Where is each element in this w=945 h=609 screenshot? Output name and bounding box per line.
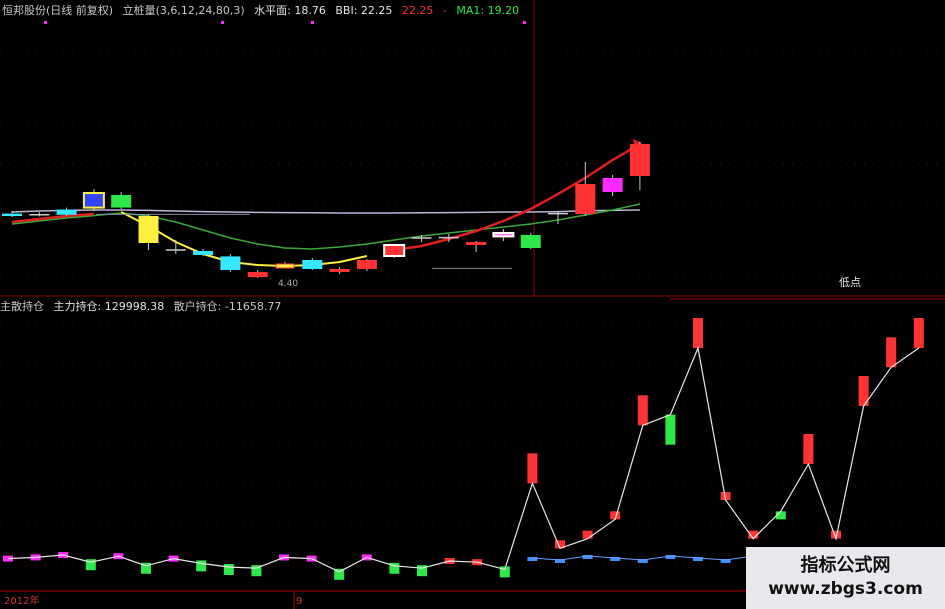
candle-body xyxy=(492,232,515,238)
indicator-bar xyxy=(196,560,207,572)
top-marker xyxy=(523,21,526,24)
sanhu-value: 散户持仓: -11658.77 xyxy=(173,300,282,313)
indicator-bar xyxy=(803,434,814,464)
zhuli-value: 主力持仓: 129998.38 xyxy=(53,300,165,313)
candle-body xyxy=(111,195,132,208)
indicator-bar xyxy=(223,564,234,575)
indicator-line xyxy=(7,345,920,573)
indicator-bar xyxy=(913,318,924,348)
bbi-value: BBI: 22.25 xyxy=(335,4,393,17)
top-marker xyxy=(221,21,224,24)
indicator-bar xyxy=(527,453,538,484)
candle-body xyxy=(383,244,406,257)
candle-body xyxy=(56,209,77,215)
axis-month: 9 xyxy=(296,596,303,607)
chart-stage: 恒邦股份(日线 前复权) 立桩量(3,6,12,24,80,3) 水平面: 18… xyxy=(0,0,945,609)
ma1-line xyxy=(11,203,641,250)
price-header: 恒邦股份(日线 前复权) 立桩量(3,6,12,24,80,3) 水平面: 18… xyxy=(2,4,525,18)
watermark-url: www.zbgs3.com xyxy=(768,579,923,599)
candle-body xyxy=(602,178,623,192)
candle-body xyxy=(82,192,105,209)
red-line xyxy=(11,142,641,252)
ma1-value: MA1: 19.20 xyxy=(456,4,520,17)
candle-body xyxy=(575,184,596,214)
stock-title: 恒邦股份(日线 前复权) xyxy=(2,4,114,17)
dash-value: - xyxy=(442,4,447,17)
indicator-title: 立桩量(3,6,12,24,80,3) xyxy=(122,4,245,17)
didian-label: 低点 xyxy=(839,276,861,289)
red-line-value: 22.25 xyxy=(401,4,434,17)
indicator-bar xyxy=(665,414,676,445)
candle-body xyxy=(356,260,377,269)
watermark: 指标公式网 www.zbgs3.com xyxy=(746,547,945,609)
level-value: 水平面: 18.76 xyxy=(254,4,326,17)
top-marker xyxy=(44,21,47,24)
candle-body xyxy=(466,242,487,245)
indicator-bar xyxy=(886,337,897,368)
indicator-bar xyxy=(693,318,703,348)
candle-body xyxy=(247,272,268,277)
candle-body xyxy=(193,251,214,255)
candle-body xyxy=(629,144,650,176)
candle-body xyxy=(220,256,241,270)
candle-body xyxy=(302,260,323,269)
volume-header: 主散持仓 主力持仓: 129998.38 散户持仓: -11658.77 xyxy=(0,300,287,314)
candle-body xyxy=(138,216,159,243)
candle-note: 4.40 xyxy=(278,279,299,289)
candle-body xyxy=(329,269,350,272)
candle-body xyxy=(275,263,295,269)
axis-year: 2012年 xyxy=(4,596,40,607)
candle-body xyxy=(520,235,541,248)
zhusan-title: 主散持仓 xyxy=(0,300,44,313)
candle-body xyxy=(2,213,22,216)
bbi-line xyxy=(11,209,640,214)
sanhu-bar xyxy=(527,557,538,561)
watermark-title: 指标公式网 xyxy=(800,555,891,576)
indicator-bar xyxy=(637,395,648,426)
indicator-bar xyxy=(582,530,593,539)
top-marker xyxy=(311,21,314,24)
